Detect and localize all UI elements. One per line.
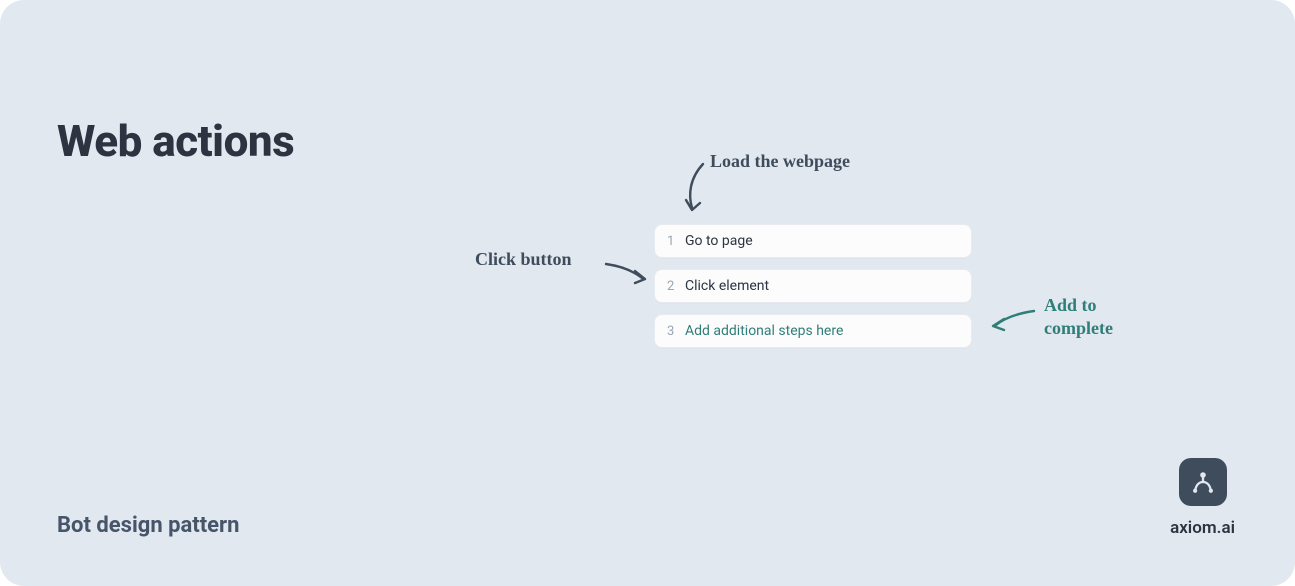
steps-list: 1 Go to page 2 Click element 3 Add addit… bbox=[654, 224, 972, 359]
annotation-add-to-complete: Add to complete bbox=[1044, 294, 1113, 341]
diagram-canvas: Web actions 1 Go to page 2 Click element… bbox=[0, 0, 1295, 586]
step-go-to-page[interactable]: 1 Go to page bbox=[654, 224, 972, 258]
annotation-click-button: Click button bbox=[475, 248, 572, 271]
brand-name: axiom.ai bbox=[1170, 518, 1235, 538]
step-number: 2 bbox=[667, 279, 685, 294]
step-number: 3 bbox=[667, 324, 685, 339]
step-label: Click element bbox=[685, 278, 769, 294]
step-number: 1 bbox=[667, 234, 685, 249]
page-title: Web actions bbox=[57, 115, 294, 167]
step-label: Go to page bbox=[685, 233, 753, 249]
annotation-load-webpage: Load the webpage bbox=[710, 150, 850, 173]
arrow-right-icon bbox=[602, 258, 652, 288]
step-label: Add additional steps here bbox=[685, 323, 843, 339]
subtitle: Bot design pattern bbox=[57, 513, 239, 538]
step-click-element[interactable]: 2 Click element bbox=[654, 269, 972, 303]
arrow-left-icon bbox=[984, 307, 1038, 333]
brand-logo-icon bbox=[1179, 458, 1227, 506]
brand-block: axiom.ai bbox=[1170, 458, 1235, 538]
step-add-additional[interactable]: 3 Add additional steps here bbox=[654, 314, 972, 348]
